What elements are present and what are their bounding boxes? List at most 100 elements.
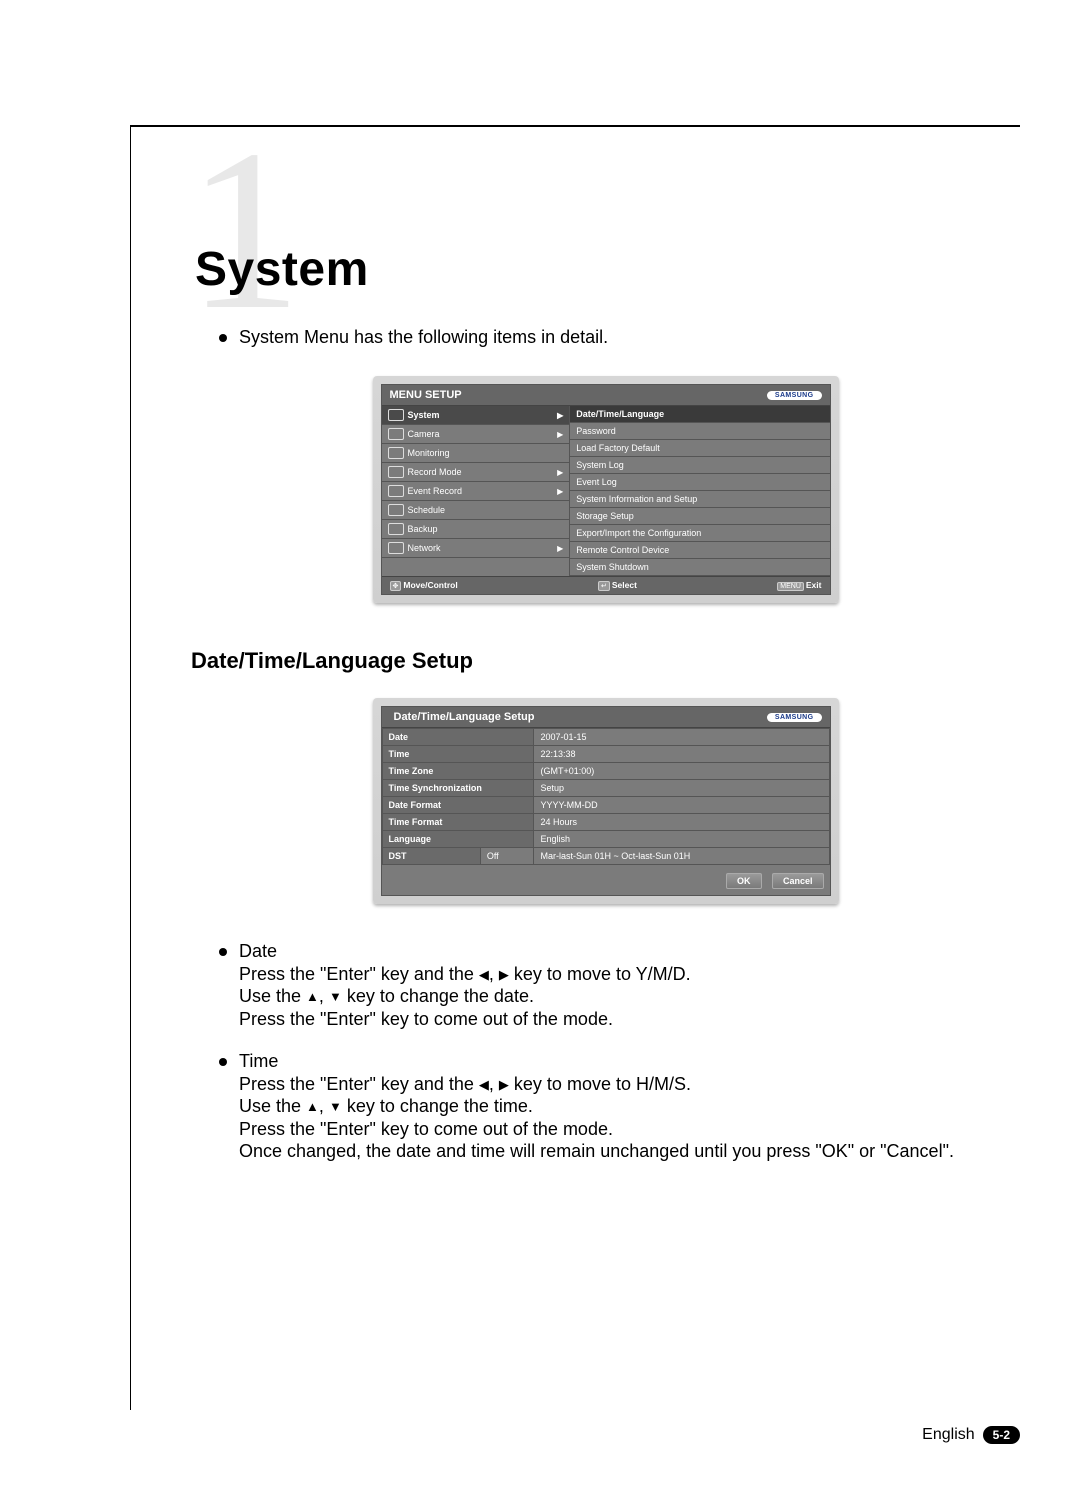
description-line: Use the ▲, ▼ key to change the date.: [239, 985, 1020, 1008]
dtl-label: Date Format: [382, 797, 534, 814]
menu-right-item[interactable]: Date/Time/Language: [570, 406, 829, 423]
dtl-label: Time: [382, 746, 534, 763]
menu-footer: ✥Move/Control ↵Select MENUExit: [382, 576, 830, 594]
menu-left-item[interactable]: Backup: [382, 520, 570, 539]
footer-language: English: [922, 1426, 974, 1444]
dtl-value: 2007-01-15: [534, 729, 829, 746]
intro-line: System Menu has the following items in d…: [219, 327, 1020, 348]
dtl-value: 22:13:38: [534, 746, 829, 763]
chevron-right-icon: ▶: [557, 430, 563, 439]
dtl-label: Time Format: [382, 814, 534, 831]
dtl-value: YYYY-MM-DD: [534, 797, 829, 814]
dtl-label: Language: [382, 831, 534, 848]
dtl-table: Date2007-01-15Time22:13:38Time Zone(GMT+…: [382, 728, 830, 865]
menu-right-item[interactable]: Remote Control Device: [570, 542, 829, 559]
footer-exit: Exit: [806, 580, 822, 590]
dtl-value: 24 Hours: [534, 814, 829, 831]
menu-left-pane: System▶Camera▶MonitoringRecord Mode▶Even…: [382, 406, 570, 576]
chevron-right-icon: ▶: [557, 411, 563, 420]
bullet-icon: [219, 1058, 227, 1066]
menu-left-item[interactable]: Event Record▶: [382, 482, 570, 501]
chevron-right-icon: ▶: [557, 487, 563, 496]
dtl-toggle: Off: [480, 848, 534, 865]
chevron-right-icon: ▶: [557, 468, 563, 477]
description-item: TimePress the "Enter" key and the ◀, ▶ k…: [219, 1050, 1020, 1163]
menu-item-label: System: [408, 410, 558, 420]
dtl-value: Mar-last-Sun 01H ~ Oct-last-Sun 01H: [534, 848, 829, 865]
dtl-row-dst[interactable]: DSTOffMar-last-Sun 01H ~ Oct-last-Sun 01…: [382, 848, 829, 865]
description-line: Press the "Enter" key to come out of the…: [239, 1118, 1020, 1141]
chapter-number: 1: [187, 115, 302, 345]
menu-left-item[interactable]: Schedule: [382, 501, 570, 520]
ok-button[interactable]: OK: [726, 873, 762, 889]
cancel-button[interactable]: Cancel: [772, 873, 824, 889]
menu-item-label: Event Record: [408, 486, 558, 496]
description-line: Press the "Enter" key to come out of the…: [239, 1008, 1020, 1031]
description-line: Use the ▲, ▼ key to change the time.: [239, 1095, 1020, 1118]
menu-key-icon: MENU: [777, 582, 804, 591]
menu-right-item[interactable]: Export/Import the Configuration: [570, 525, 829, 542]
menu-item-label: Monitoring: [408, 448, 564, 458]
chevron-right-icon: ▶: [557, 544, 563, 553]
menu-item-icon: [388, 485, 404, 497]
menu-item-icon: [388, 523, 404, 535]
menu-left-item[interactable]: Record Mode▶: [382, 463, 570, 482]
footer-select: Select: [612, 580, 637, 590]
description-text: TimePress the "Enter" key and the ◀, ▶ k…: [239, 1050, 1020, 1163]
description-title: Date: [239, 940, 1020, 963]
description-line: Press the "Enter" key and the ◀, ▶ key t…: [239, 1073, 1020, 1096]
description-line: Press the "Enter" key and the ◀, ▶ key t…: [239, 963, 1020, 986]
enter-key-icon: ↵: [598, 581, 610, 591]
description-block: DatePress the "Enter" key and the ◀, ▶ k…: [219, 940, 1020, 1163]
section-heading: Date/Time/Language Setup: [191, 648, 1020, 674]
chapter-title: System: [195, 242, 1020, 297]
menu-right-item[interactable]: Event Log: [570, 474, 829, 491]
dtl-label: DST: [382, 848, 480, 865]
menu-item-icon: [388, 428, 404, 440]
footer-move: Move/Control: [403, 580, 457, 590]
menu-item-icon: [388, 504, 404, 516]
menu-item-label: Backup: [408, 524, 564, 534]
dtl-row[interactable]: Time SynchronizationSetup: [382, 780, 829, 797]
dtl-row[interactable]: Date FormatYYYY-MM-DD: [382, 797, 829, 814]
menu-item-icon: [388, 447, 404, 459]
bullet-icon: [219, 948, 227, 956]
dtl-value: (GMT+01:00): [534, 763, 829, 780]
menu-item-icon: [388, 466, 404, 478]
menu-right-item[interactable]: Load Factory Default: [570, 440, 829, 457]
menu-right-item[interactable]: Password: [570, 423, 829, 440]
page-number-badge: 5-2: [983, 1426, 1020, 1444]
menu-item-label: Record Mode: [408, 467, 558, 477]
dtl-row[interactable]: Time Zone(GMT+01:00): [382, 763, 829, 780]
menu-right-item[interactable]: System Log: [570, 457, 829, 474]
menu-setup-screenshot: MENU SETUP SAMSUNG System▶Camera▶Monitor…: [373, 376, 839, 603]
dpad-icon: ✥: [390, 581, 402, 591]
menu-right-item[interactable]: Storage Setup: [570, 508, 829, 525]
description-line: Once changed, the date and time will rem…: [239, 1140, 1020, 1163]
menu-left-item[interactable]: Camera▶: [382, 425, 570, 444]
menu-setup-title: MENU SETUP: [390, 389, 462, 401]
dtl-value: English: [534, 831, 829, 848]
dtl-value: Setup: [534, 780, 829, 797]
dtl-row[interactable]: LanguageEnglish: [382, 831, 829, 848]
menu-item-icon: [388, 542, 404, 554]
menu-left-item[interactable]: Network▶: [382, 539, 570, 558]
page-frame: 1 System System Menu has the following i…: [130, 125, 1020, 1410]
dtl-row[interactable]: Time22:13:38: [382, 746, 829, 763]
menu-left-item[interactable]: Monitoring: [382, 444, 570, 463]
dtl-label: Date: [382, 729, 534, 746]
menu-item-label: Schedule: [408, 505, 564, 515]
dtl-label: Time Synchronization: [382, 780, 534, 797]
menu-left-item[interactable]: System▶: [382, 406, 570, 425]
menu-item-label: Network: [408, 543, 558, 553]
menu-right-item[interactable]: System Shutdown: [570, 559, 829, 576]
dtl-row[interactable]: Date2007-01-15: [382, 729, 829, 746]
description-title: Time: [239, 1050, 1020, 1073]
menu-item-label: Camera: [408, 429, 558, 439]
dtl-setup-screenshot: Date/Time/Language Setup SAMSUNG Date200…: [373, 698, 839, 904]
description-text: DatePress the "Enter" key and the ◀, ▶ k…: [239, 940, 1020, 1030]
dtl-row[interactable]: Time Format24 Hours: [382, 814, 829, 831]
description-item: DatePress the "Enter" key and the ◀, ▶ k…: [219, 940, 1020, 1030]
menu-item-icon: [388, 409, 404, 421]
menu-right-item[interactable]: System Information and Setup: [570, 491, 829, 508]
